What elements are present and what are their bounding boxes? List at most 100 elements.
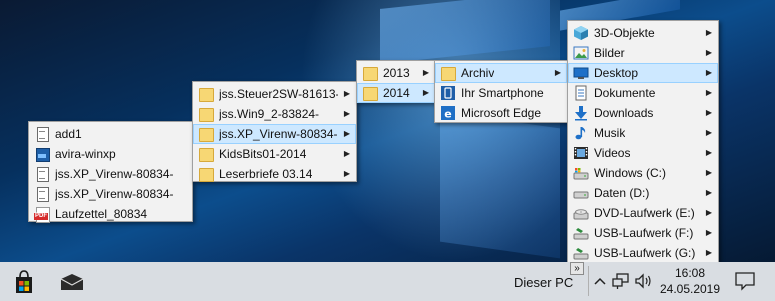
- submenu-arrow-icon: ▶: [705, 208, 712, 217]
- submenu-arrow-icon: ▶: [343, 129, 350, 138]
- taskbar: Dieser PC » 16:08 24.05.2019: [0, 262, 775, 301]
- notifications-icon: [735, 272, 755, 291]
- drive-d-icon: [573, 191, 589, 199]
- store-icon: [16, 270, 32, 293]
- menu-item-microsoft-edge[interactable]: e Microsoft Edge: [435, 103, 567, 123]
- menu-item-usb-drive-g[interactable]: USB-Laufwerk (G:) ▶: [568, 243, 718, 263]
- toolbar-overflow-button[interactable]: »: [570, 262, 584, 275]
- clock-time: 16:08: [674, 266, 706, 280]
- menu-item-add1[interactable]: add1: [29, 124, 192, 144]
- pictures-icon: [573, 46, 589, 60]
- menu-item-drive-d[interactable]: Daten (D:) ▶: [568, 183, 718, 203]
- mail-icon: [60, 274, 84, 290]
- links-menu: Archiv ▶ Ihr Smartphone e Microsoft Edge: [434, 60, 568, 123]
- folder-icon: [198, 166, 214, 182]
- folder-icon: [198, 126, 214, 142]
- submenu-arrow-icon: ▶: [422, 68, 429, 77]
- downloads-icon: [575, 106, 587, 121]
- menu-item-laufzettel[interactable]: Laufzettel_80834: [29, 204, 192, 224]
- image-file-icon: [34, 146, 50, 162]
- folder-icon: [362, 85, 378, 101]
- menu-item-folder[interactable]: KidsBits01-2014 ▶: [193, 144, 356, 164]
- folder-icon: [198, 86, 214, 102]
- volume-button[interactable]: [634, 272, 654, 290]
- menu-item-archiv[interactable]: Archiv ▶: [435, 63, 567, 83]
- menu-item-videos[interactable]: Videos ▶: [568, 143, 718, 163]
- clock[interactable]: 16:08 24.05.2019: [656, 265, 724, 299]
- clock-date: 24.05.2019: [659, 282, 721, 296]
- documents-icon: [575, 85, 587, 101]
- dvd-drive-icon: [573, 209, 589, 220]
- 3d-objects-icon: [574, 26, 588, 40]
- menu-item-folder[interactable]: jss.Win9_2-83824- ▶: [193, 104, 356, 124]
- submenu-arrow-icon: ▶: [343, 169, 350, 178]
- document-icon: [34, 126, 50, 142]
- network-icon: [612, 273, 629, 289]
- menu-item-desktop[interactable]: Desktop ▶: [568, 63, 718, 83]
- submenu-arrow-icon: ▶: [705, 168, 712, 177]
- menu-item-year-2013[interactable]: 2013 ▶: [357, 63, 435, 83]
- submenu-arrow-icon: ▶: [705, 68, 712, 77]
- mail-button[interactable]: [56, 268, 88, 296]
- menu-item-dokumente[interactable]: Dokumente ▶: [568, 83, 718, 103]
- network-button[interactable]: [612, 272, 630, 290]
- menu-item-downloads[interactable]: Downloads ▶: [568, 103, 718, 123]
- submenu-arrow-icon: ▶: [554, 68, 561, 77]
- folder-icon: [362, 65, 378, 81]
- videos-icon: [574, 147, 588, 159]
- submenu-arrow-icon: ▶: [705, 188, 712, 197]
- svg-text:e: e: [444, 108, 451, 121]
- menu-item-jss-xp-virenw-2[interactable]: jss.XP_Virenw-80834-: [29, 184, 192, 204]
- submenu-arrow-icon: ▶: [705, 88, 712, 97]
- folder-icon: [440, 65, 456, 81]
- document-icon: [34, 186, 50, 202]
- music-icon: [575, 127, 586, 140]
- years-menu: 2013 ▶ 2014 ▶: [356, 60, 436, 103]
- submenu-arrow-icon: ▶: [422, 88, 429, 97]
- menu-item-ihr-smartphone[interactable]: Ihr Smartphone: [435, 83, 567, 103]
- usb-drive-icon: [573, 228, 589, 240]
- menu-item-usb-drive-f[interactable]: USB-Laufwerk (F:) ▶: [568, 223, 718, 243]
- submenu-arrow-icon: ▶: [705, 128, 712, 137]
- menu-item-drive-c[interactable]: Windows (C:) ▶: [568, 163, 718, 183]
- submenu-arrow-icon: ▶: [705, 248, 712, 257]
- menu-item-bilder[interactable]: Bilder ▶: [568, 43, 718, 63]
- toolbar-divider: [588, 266, 589, 296]
- store-button[interactable]: [8, 268, 40, 296]
- submenu-arrow-icon: ▶: [343, 89, 350, 98]
- menu-item-jss-xp-virenw-1[interactable]: jss.XP_Virenw-80834-: [29, 164, 192, 184]
- menu-item-year-2014[interactable]: 2014 ▶: [357, 83, 435, 103]
- menu-item-folder[interactable]: jss.Steuer2SW-81613- ▶: [193, 84, 356, 104]
- recent-files-menu: add1 avira-winxp jss.XP_Virenw-80834- js…: [28, 121, 193, 224]
- action-center-button[interactable]: [734, 271, 756, 291]
- edge-icon: e: [441, 106, 455, 121]
- pdf-icon: [34, 206, 50, 223]
- desktop-icon: [573, 67, 589, 79]
- menu-item-3d-objekte[interactable]: 3D-Objekte ▶: [568, 23, 718, 43]
- folder-icon: [198, 106, 214, 122]
- submenu-arrow-icon: ▶: [705, 228, 712, 237]
- submenu-arrow-icon: ▶: [705, 28, 712, 37]
- chevron-double-right-icon: »: [574, 263, 580, 274]
- menu-item-dvd-drive[interactable]: DVD-Laufwerk (E:) ▶: [568, 203, 718, 223]
- drive-c-icon: [573, 168, 589, 180]
- submenu-arrow-icon: ▶: [705, 108, 712, 117]
- submenu-arrow-icon: ▶: [343, 149, 350, 158]
- wallpaper-window-pane: [440, 111, 560, 259]
- smartphone-app-icon: [441, 86, 455, 100]
- usb-drive-icon: [573, 248, 589, 260]
- menu-item-musik[interactable]: Musik ▶: [568, 123, 718, 143]
- submenu-arrow-icon: ▶: [343, 109, 350, 118]
- folder-icon: [198, 146, 214, 162]
- document-icon: [34, 166, 50, 182]
- folders-menu: jss.Steuer2SW-81613- ▶ jss.Win9_2-83824-…: [192, 81, 357, 182]
- menu-item-avira-winxp[interactable]: avira-winxp: [29, 144, 192, 164]
- menu-item-folder-selected[interactable]: jss.XP_Virenw-80834- ▶: [193, 124, 356, 144]
- menu-item-folder[interactable]: Leserbriefe 03.14 ▶: [193, 164, 356, 184]
- chevron-up-icon: [594, 277, 606, 285]
- speaker-icon: [635, 273, 651, 289]
- show-hidden-icons-button[interactable]: [592, 272, 608, 290]
- submenu-arrow-icon: ▶: [705, 148, 712, 157]
- this-pc-menu: 3D-Objekte ▶ Bilder ▶ Desktop ▶ Dokument…: [567, 20, 719, 263]
- toolbar-label-dieser-pc[interactable]: Dieser PC: [514, 275, 573, 290]
